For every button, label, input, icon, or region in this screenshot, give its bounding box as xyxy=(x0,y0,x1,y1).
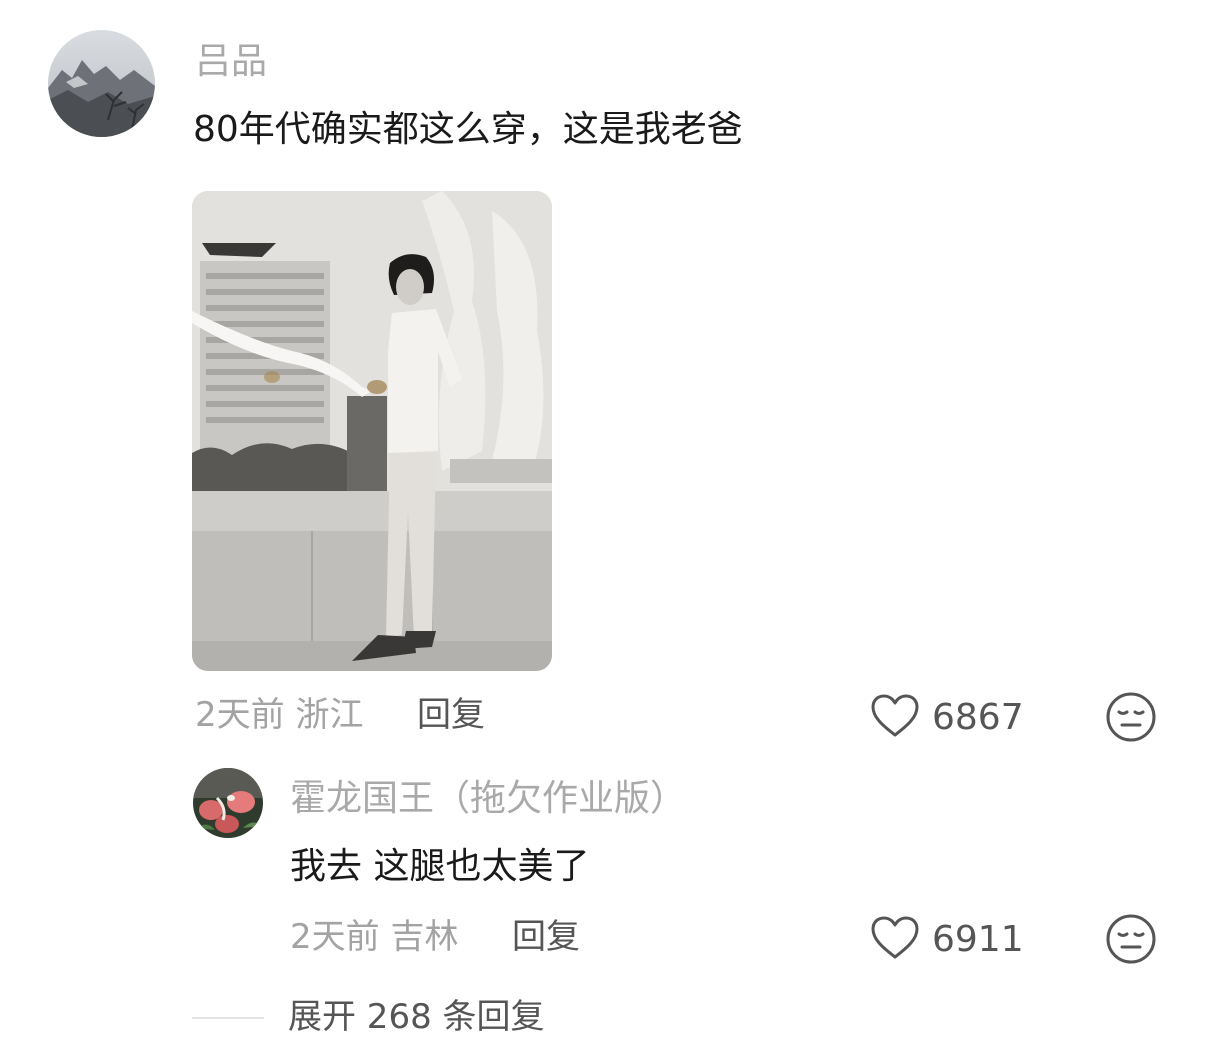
comment-thread: 吕品 80年代确实都这么穿，这是我老爸 2天前 浙江 回复 6867 霍龙国王（… xyxy=(0,0,1206,1047)
expand-divider xyxy=(192,1017,264,1019)
comment-photo[interactable] xyxy=(192,191,552,671)
commenter-username[interactable]: 吕品 xyxy=(195,44,267,80)
heart-outline-icon[interactable] xyxy=(870,693,920,743)
reply-reply-button[interactable]: 回复 xyxy=(512,920,580,954)
meh-face-icon[interactable] xyxy=(1105,691,1157,747)
like-count: 6867 xyxy=(932,697,1024,738)
comment-meta: 2天前 浙江 xyxy=(195,695,364,735)
vintage-bw-photo-icon xyxy=(192,191,552,671)
meh-face-icon[interactable] xyxy=(1105,913,1157,969)
reply-like-count: 6911 xyxy=(932,919,1024,960)
reply-username[interactable]: 霍龙国王（拖欠作业版） xyxy=(290,781,686,817)
reply-meta: 2天前 吉林 xyxy=(290,917,459,957)
expand-replies-button[interactable]: 展开 268 条回复 xyxy=(288,1000,545,1034)
flower-icon xyxy=(193,768,263,838)
commenter-avatar[interactable] xyxy=(48,30,155,137)
reply-text: 我去 这腿也太美了 xyxy=(290,846,590,887)
heart-outline-icon[interactable] xyxy=(870,915,920,965)
reply-avatar[interactable] xyxy=(193,768,263,838)
comment-text: 80年代确实都这么穿，这是我老爸 xyxy=(193,109,743,150)
reply-button[interactable]: 回复 xyxy=(417,698,485,732)
mountain-landscape-icon xyxy=(48,30,155,137)
